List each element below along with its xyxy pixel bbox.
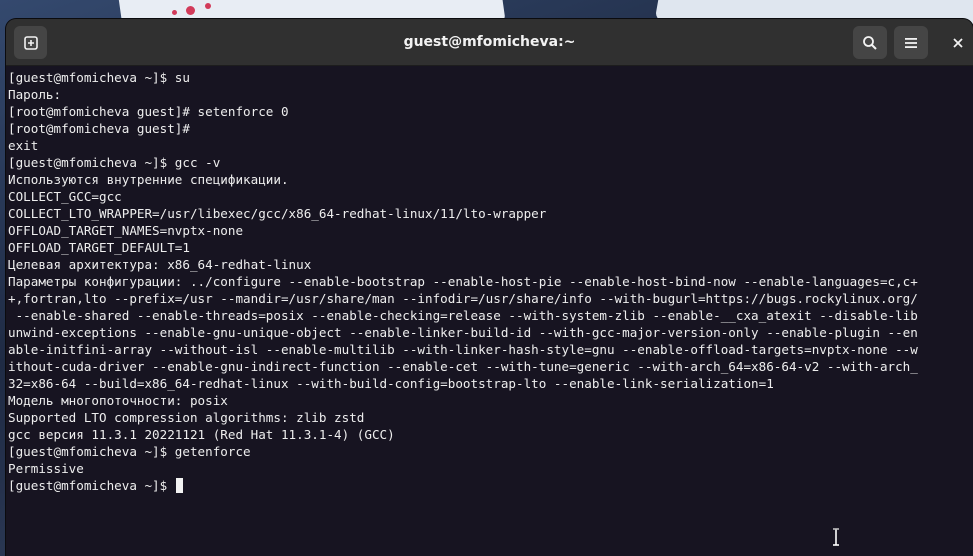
close-icon	[953, 38, 963, 48]
terminal-line: OFFLOAD_TARGET_DEFAULT=1	[8, 240, 190, 255]
wallpaper-dot	[172, 10, 177, 15]
terminal-line: able-initfini-array --without-isl --enab…	[8, 342, 918, 357]
terminal-line: Пароль:	[8, 87, 62, 102]
terminal-window: guest@mfomicheva:~ [guest@mfomicheva ~]$…	[6, 19, 973, 556]
terminal-line: Supported LTO compression algorithms: zl…	[8, 410, 365, 425]
terminal-line: Модель многопоточности: posix	[8, 393, 228, 408]
close-button[interactable]	[946, 31, 970, 55]
terminal-line: Целевая архитектура: x86_64-redhat-linux	[8, 257, 312, 272]
terminal-line: COLLECT_LTO_WRAPPER=/usr/libexec/gcc/x86…	[8, 206, 547, 221]
menu-button[interactable]	[894, 26, 928, 59]
window-title: guest@mfomicheva:~	[403, 34, 576, 50]
terminal-prompt: [guest@mfomicheva ~]$	[8, 478, 175, 493]
wallpaper-dot	[186, 6, 195, 15]
terminal-line: Permissive	[8, 461, 84, 476]
terminal-prompt-line[interactable]: [guest@mfomicheva ~]$	[8, 477, 971, 494]
text-ibeam-cursor-icon	[833, 528, 839, 546]
terminal-line: OFFLOAD_TARGET_NAMES=nvptx-none	[8, 223, 244, 238]
terminal-line: 32=x86-64 --build=x86_64-redhat-linux --…	[8, 376, 774, 391]
text-cursor	[175, 478, 183, 493]
terminal-line: exit	[8, 138, 39, 153]
terminal-line: [guest@mfomicheva ~]$ getenforce	[8, 444, 251, 459]
terminal-line: [root@mfomicheva guest]#	[8, 121, 190, 136]
terminal-line: COLLECT_GCC=gcc	[8, 189, 122, 204]
terminal-line: [guest@mfomicheva ~]$ su	[8, 70, 190, 85]
new-tab-icon	[23, 35, 38, 50]
terminal-line: Используются внутренние спецификации.	[8, 172, 289, 187]
terminal-line: --enable-shared --enable-threads=posix -…	[8, 308, 918, 323]
wallpaper-dot	[205, 3, 211, 9]
new-tab-button[interactable]	[14, 26, 47, 59]
terminal-line: [guest@mfomicheva ~]$ gcc -v	[8, 155, 221, 170]
window-titlebar[interactable]: guest@mfomicheva:~	[6, 19, 973, 66]
hamburger-menu-icon	[905, 37, 917, 48]
search-button[interactable]	[853, 26, 887, 59]
terminal-line: unwind-exceptions --enable-gnu-unique-ob…	[8, 325, 918, 340]
terminal-line: ithout-cuda-driver --enable-gnu-indirect…	[8, 359, 918, 374]
terminal-line: +,fortran,lto --prefix=/usr --mandir=/us…	[8, 291, 918, 306]
search-icon	[863, 35, 877, 50]
terminal-output[interactable]: [guest@mfomicheva ~]$ su Пароль: [root@m…	[6, 67, 973, 556]
terminal-line: [root@mfomicheva guest]# setenforce 0	[8, 104, 289, 119]
terminal-line: Параметры конфигурации: ../configure --e…	[8, 274, 918, 289]
terminal-line: gcc версия 11.3.1 20221121 (Red Hat 11.3…	[8, 427, 395, 442]
